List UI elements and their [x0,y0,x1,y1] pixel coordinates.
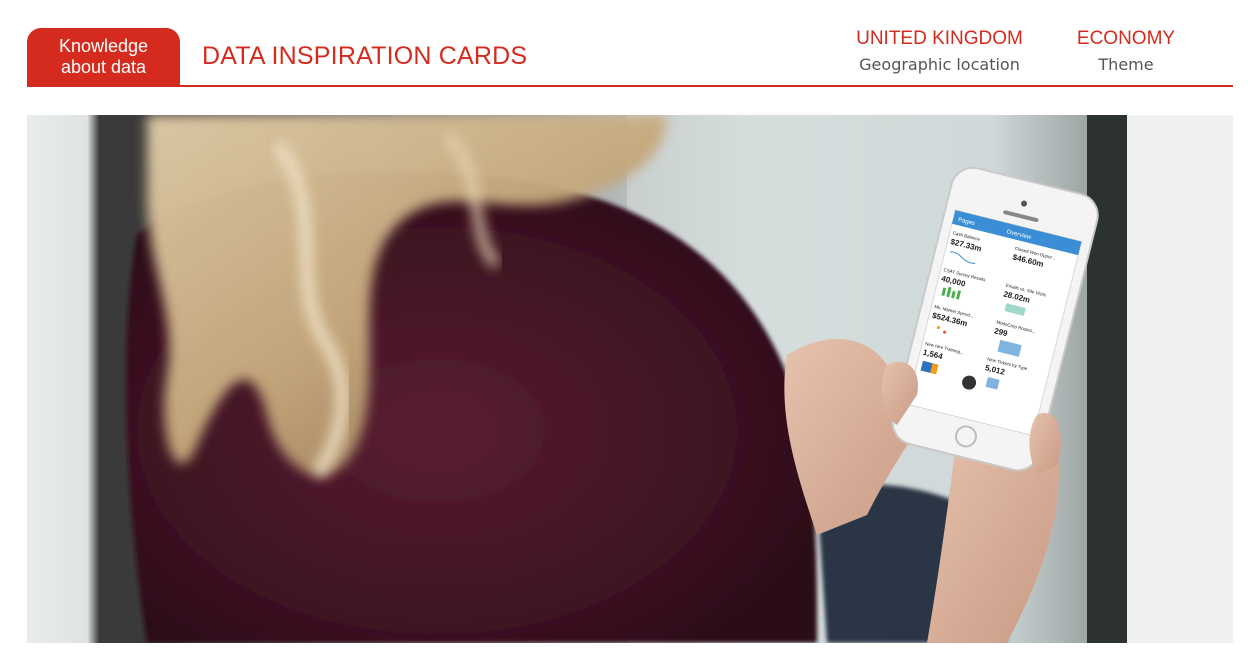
hero-photo: Pages Overview Cash Balance $27.33m Clos… [27,115,1233,643]
badge-line-1: Knowledge [58,35,149,56]
knowledge-badge: Knowledge about data [27,28,180,85]
header-divider [27,85,1233,87]
badge-line-2: about data [60,56,147,77]
theme-value: ECONOMY [1076,28,1176,49]
geographic-location: UNITED KINGDOM Geographic location [847,28,1032,76]
page-title: DATA INSPIRATION CARDS [202,42,528,70]
page-header: Knowledge about data DATA INSPIRATION CA… [27,28,1233,87]
location-label: Geographic location [859,55,1020,74]
theme: ECONOMY Theme [1067,28,1185,76]
theme-label: Theme [1098,55,1154,74]
hero-illustration: Pages Overview Cash Balance $27.33m Clos… [126,115,1233,643]
location-value: UNITED KINGDOM [856,28,1023,49]
